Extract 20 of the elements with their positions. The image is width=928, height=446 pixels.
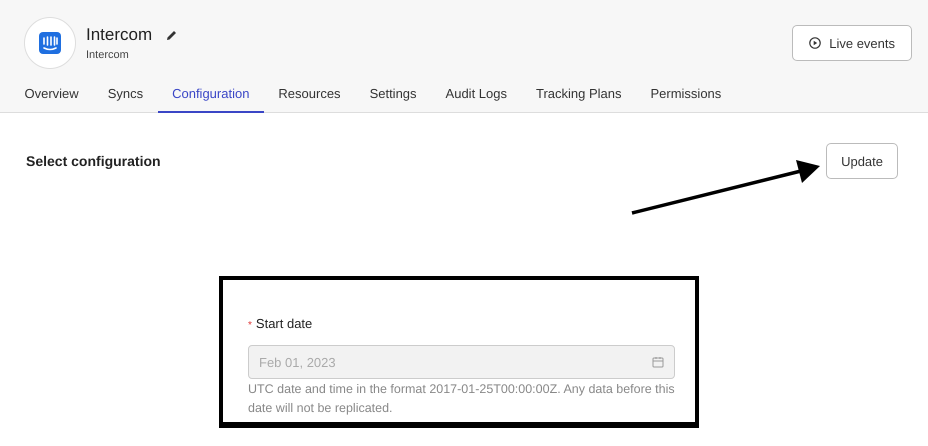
connector-title: Intercom bbox=[86, 25, 152, 45]
play-icon bbox=[809, 37, 822, 49]
field-label: Start date bbox=[256, 316, 312, 331]
update-button[interactable]: Update bbox=[826, 143, 898, 179]
section-title: Select configuration bbox=[26, 153, 161, 169]
nav-tab[interactable]: Tracking Plans bbox=[521, 80, 636, 113]
nav-tab[interactable]: Configuration bbox=[158, 80, 264, 113]
connector-subtitle: Intercom bbox=[86, 49, 130, 61]
nav-tab[interactable]: Audit Logs bbox=[431, 80, 522, 113]
live-events-button[interactable]: Live events bbox=[792, 25, 912, 61]
nav-tab[interactable]: Syncs bbox=[93, 80, 158, 113]
nav-tab[interactable]: Settings bbox=[355, 80, 432, 113]
calendar-icon bbox=[652, 356, 664, 368]
edit-icon[interactable] bbox=[166, 30, 178, 40]
help-text: UTC date and time in the format 2017-01-25T00:00:00Z. Any data before this date will not be replicated. bbox=[248, 381, 675, 417]
nav-tab[interactable]: Resources bbox=[264, 80, 356, 113]
nav-tab[interactable]: Permissions bbox=[636, 80, 736, 113]
required-mark: * bbox=[248, 320, 252, 331]
chat-logo-icon bbox=[39, 32, 61, 54]
nav-tab[interactable]: Overview bbox=[10, 80, 94, 113]
